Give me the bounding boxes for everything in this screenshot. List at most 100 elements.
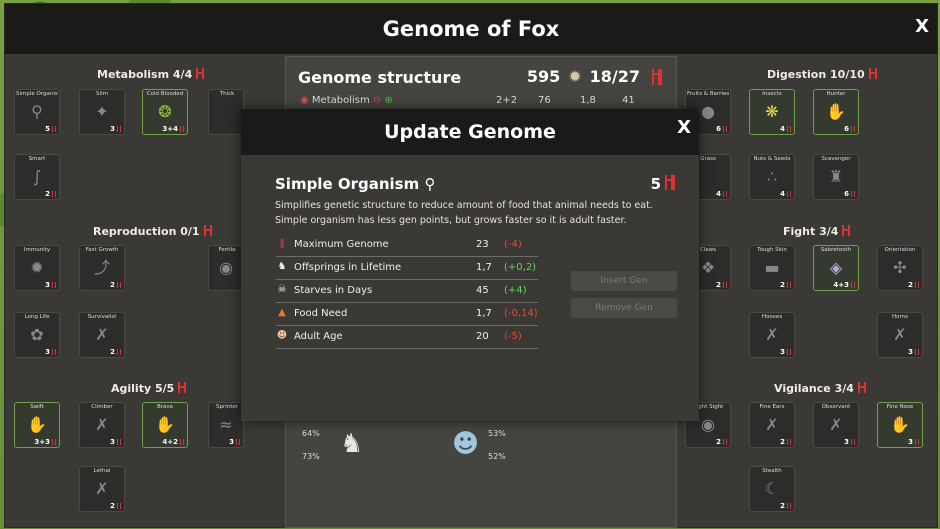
gene-tile-orientation[interactable]: Orientation ✣ 2 <box>877 245 923 291</box>
stat-value: 23 <box>476 239 489 250</box>
gene-tile-smart[interactable]: Smart ∫ 2 <box>14 154 60 200</box>
remove-icon[interactable]: ⊖ <box>373 95 381 106</box>
stat-value: 45 <box>476 285 489 296</box>
dna-glyph-icon: ✗ <box>893 325 907 344</box>
tile-cost: 6 <box>716 125 727 133</box>
dna-icon <box>665 175 675 190</box>
gene-tile-tough-skin[interactable]: Tough Skin ▬ 2 <box>749 245 795 291</box>
gene-tile-immunity[interactable]: Immunity ✹ 3 <box>14 245 60 291</box>
stat-delta: (+0,2) <box>504 262 537 273</box>
tile-label: Sprinter <box>215 404 239 410</box>
dna-icon <box>196 68 205 79</box>
growth-icon: ⤴ <box>93 258 110 277</box>
stat-value: 20 <box>476 331 489 342</box>
stat-label: Starves in Days <box>294 285 373 296</box>
tile-label: Immunity <box>23 247 51 253</box>
gene-tile-stealth[interactable]: Stealth ☾ 2 <box>749 466 795 512</box>
stat-d: 52% <box>488 452 506 461</box>
close-dialog-button[interactable]: X <box>677 117 691 138</box>
digestion-title: Digestion 10/10 <box>767 68 877 81</box>
dna-glyph-icon: ✗ <box>95 415 109 434</box>
gene-tile-slim[interactable]: Slim ✦ 3 <box>79 89 125 135</box>
tile-label: Lethal <box>93 468 111 474</box>
gene-tile-survivalist[interactable]: Survivalist ✗ 2 <box>79 312 125 358</box>
gene-tile-scavenger[interactable]: Scavenger ♜ 6 <box>813 154 859 200</box>
fangs-icon: ◈ <box>829 258 843 277</box>
gene-tile-hooves[interactable]: Hooves ✗ 3 <box>749 312 795 358</box>
tile-cost: 6 <box>844 125 855 133</box>
tile-label: Fruits & Berries <box>687 91 729 97</box>
gene-tile-long-life[interactable]: Long Life ✿ 3 <box>14 312 60 358</box>
compass-icon: ✣ <box>893 258 907 277</box>
tile-cost: 2 <box>780 281 791 289</box>
add-icon[interactable]: ⊕ <box>385 95 393 106</box>
metabolism-row: ◉ Metabolism ⊖ ⊕ 2+2 76 1,8 41 <box>300 95 660 106</box>
tile-label: Fast Growth <box>85 247 119 253</box>
gene-tile-fine-ears[interactable]: Fine Ears ✗ 2 <box>749 402 795 448</box>
gene-tile-climber[interactable]: Climber ✗ 3 <box>79 402 125 448</box>
tile-cost: 3+3 <box>34 438 56 446</box>
dna-glyph-icon: ✗ <box>765 325 779 344</box>
genome-window: Genome of Fox X Metabolism 4/4 Reproduct… <box>4 3 938 528</box>
tile-label: Smart <box>28 156 46 162</box>
gene-tile-observant[interactable]: Observant ✗ 3 <box>813 402 859 448</box>
gene-tile-fast-growth[interactable]: Fast Growth ⤴ 2 <box>79 245 125 291</box>
tile-cost: 2 <box>110 502 121 510</box>
gene-tile-insects[interactable]: Insects ❋ 4 <box>749 89 795 135</box>
tile-label: Fine Ears <box>759 404 785 410</box>
tile-cost: 6 <box>844 190 855 198</box>
gene-tile-lethal[interactable]: Lethal ✗ 2 <box>79 466 125 512</box>
dna-strand-icon: ✹ <box>568 67 582 86</box>
tile-label: Climber <box>91 404 113 410</box>
genome-ratio: 18/27 <box>589 67 640 86</box>
genome-points: 595 <box>526 67 561 86</box>
insert-gen-button[interactable]: Insert Gen <box>571 271 677 291</box>
stat-label: Food Need <box>294 308 348 319</box>
stick-insect-icon: ✦ <box>95 102 109 121</box>
gene-tile-cold-blooded[interactable]: Cold Blooded ❂ 3+4 <box>142 89 188 135</box>
tile-cost: 2 <box>110 348 121 356</box>
gene-tile-fertile[interactable]: Fertile ◉ <box>208 245 244 291</box>
gene-tile-horns[interactable]: Horns ✗ 3 <box>877 312 923 358</box>
tile-label: Survivalist <box>87 314 117 320</box>
tile-cost: 4 <box>780 190 791 198</box>
stat-row-starves: ☠ Starves in Days 45 (+4) <box>276 279 538 303</box>
tile-cost: 2 <box>716 438 727 446</box>
gene-tile-nuts-seeds[interactable]: Nuts & Seeds ∴ 4 <box>749 154 795 200</box>
flame-icon: ▲ <box>278 307 286 318</box>
eye-icon: ◉ <box>701 415 715 434</box>
tile-label: Brave <box>156 404 174 410</box>
gene-tile-swift[interactable]: Swift ✋ 3+3 <box>14 402 60 448</box>
dna-icon <box>868 68 877 79</box>
tile-cost: 3+4 <box>162 125 184 133</box>
gene-tile-hunter[interactable]: Hunter ✋ 6 <box>813 89 859 135</box>
vulture-icon: ♜ <box>828 167 844 186</box>
gene-tile-fine-nose[interactable]: Fine Nose ✋ 3 <box>877 402 923 448</box>
tile-cost: 5 <box>45 125 56 133</box>
tile-label: Stealth <box>762 468 782 474</box>
gene-tile-brave[interactable]: Brave ✋ 4+2 <box>142 402 188 448</box>
tile-label: Sabretooth <box>820 247 852 253</box>
gene-tile-simple-organism[interactable]: Simple Organism ⚲5 <box>14 89 60 135</box>
gene-tile-thick[interactable]: Thick <box>208 89 244 135</box>
gene-tile-sabretooth[interactable]: Sabretooth ◈ 4+3 <box>813 245 859 291</box>
skull-icon: ☠ <box>277 284 287 295</box>
turtle-icon: ✿ <box>30 325 44 344</box>
brain-icon: ∫ <box>32 167 42 186</box>
grasshopper-icon: ❋ <box>765 102 779 121</box>
metabolism-icon: ◉ <box>300 95 309 106</box>
dna-glyph-icon: ✗ <box>765 415 779 434</box>
stat-food-value: 76 <box>538 95 551 106</box>
egg-icon: ◉ <box>219 258 233 277</box>
tile-label: Thick <box>219 91 235 97</box>
paw-icon: ❖ <box>700 258 716 277</box>
gene-tile-sprinter[interactable]: Sprinter ≈3 <box>208 402 244 448</box>
tile-cost: 2 <box>908 281 919 289</box>
tile-cost: 4 <box>780 125 791 133</box>
tile-label: Fertile <box>218 247 236 253</box>
hands-dna-icon: ✋ <box>155 415 175 434</box>
agility-title: Agility 5/5 <box>111 382 187 395</box>
apple-icon: ● <box>701 102 715 121</box>
close-window-button[interactable]: X <box>915 16 929 37</box>
remove-gen-button[interactable]: Remove Gen <box>571 298 677 318</box>
